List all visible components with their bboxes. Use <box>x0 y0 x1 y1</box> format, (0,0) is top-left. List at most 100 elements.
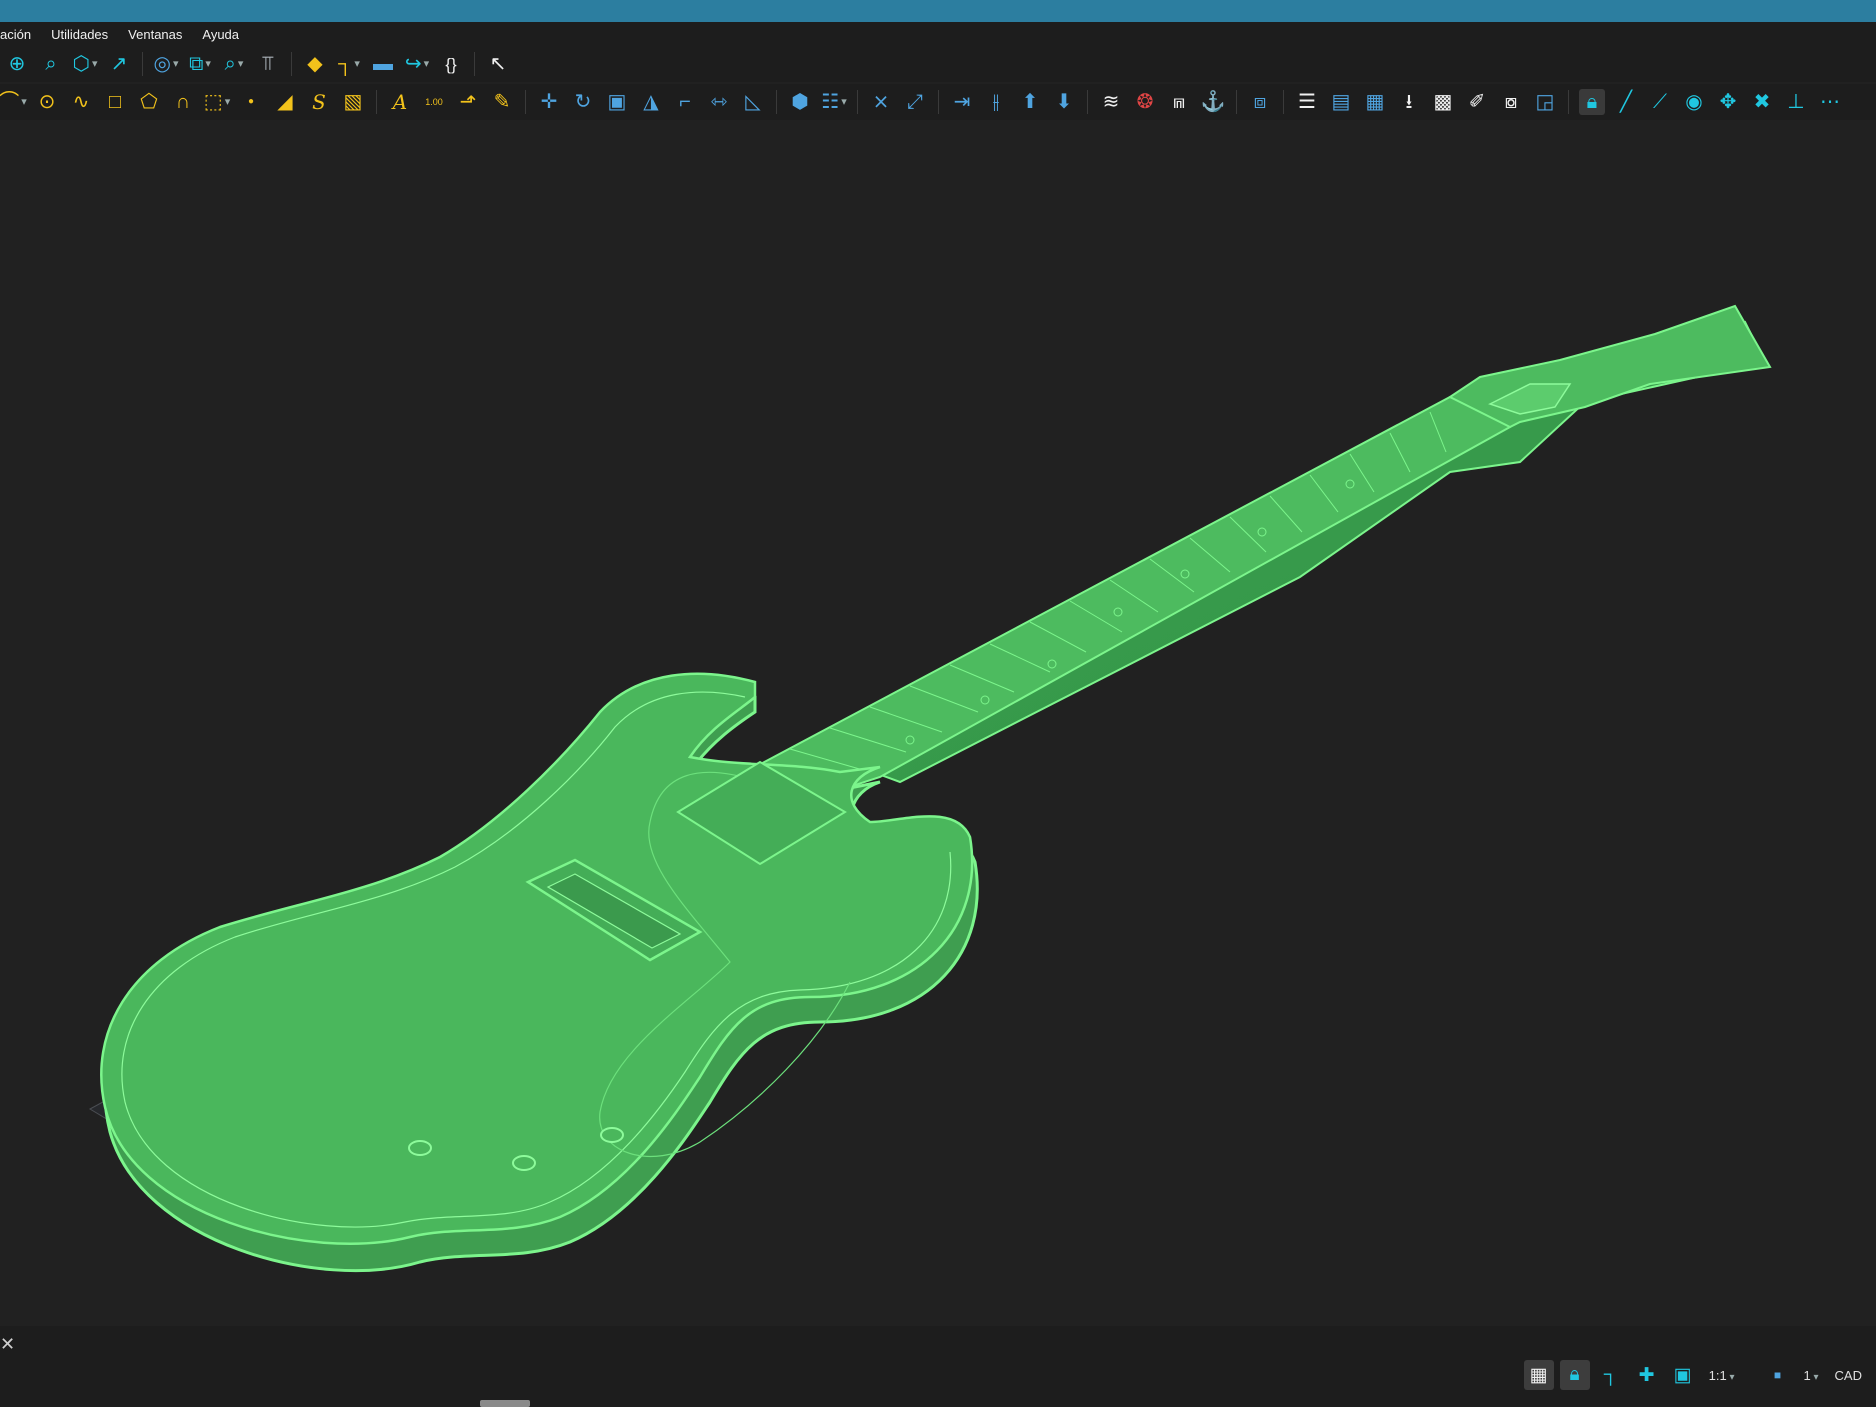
layer-manager-icon[interactable]: ◆ <box>302 51 328 77</box>
image-icon[interactable]: ▩ <box>1430 89 1456 115</box>
layout-icon: ■ <box>1773 1368 1782 1382</box>
zoom-previous-icon[interactable]: ↗ <box>106 51 132 77</box>
mirror-icon[interactable]: ◮ <box>638 89 664 115</box>
menu-ayuda[interactable]: Ayuda <box>192 27 249 42</box>
anchor-icon[interactable]: ⚓ <box>1200 89 1226 115</box>
toolbar-separator <box>525 90 526 114</box>
zoom-extents-icon[interactable]: ⊕ <box>4 51 30 77</box>
toolbar-separator <box>776 90 777 114</box>
toolbar-separator <box>938 90 939 114</box>
offset-icon[interactable]: ⌐ <box>672 89 698 115</box>
insert-folder-icon[interactable]: ▤ <box>1328 89 1354 115</box>
eraser-icon[interactable]: ◢ <box>272 89 298 115</box>
view-toolbar: ⊕ ⌕ ⬡ ↗ ◎ ⧉ ⌕ ⫪ ◆ ┐ ▬ ↪ {} ↖ <box>0 46 1876 82</box>
ucs-toggle-icon[interactable]: ┐ <box>1596 1360 1626 1390</box>
measure-icon[interactable]: ⫪ <box>255 51 281 77</box>
snap-end-icon[interactable]: ⟋ <box>1647 89 1673 115</box>
layout-selector[interactable]: 1 <box>1804 1368 1819 1383</box>
text-icon[interactable]: A <box>387 89 413 115</box>
ucs-icon[interactable]: ┐ <box>336 51 362 77</box>
edit-block-icon[interactable]: ◲ <box>1532 89 1558 115</box>
point-icon[interactable]: ● <box>238 89 264 115</box>
extend-icon[interactable]: ⤢ <box>902 89 928 115</box>
title-bar <box>0 0 1876 22</box>
spline-icon[interactable]: ∩ <box>170 89 196 115</box>
toolbar-separator <box>1283 90 1284 114</box>
block-icon[interactable]: ⬢ <box>787 89 813 115</box>
draw-modify-toolbar: ⌒ ⊙ ∿ □ ⬠ ∩ ⬚ ● ◢ S ▧ A 1.00 ⬏ ✎ ✛ ↻ ▣ ◮… <box>0 84 1876 120</box>
view-cube-icon[interactable]: ⬡ <box>72 51 98 77</box>
rotate-icon[interactable]: ↻ <box>570 89 596 115</box>
toolbar-separator <box>1236 90 1237 114</box>
snap-intersection-icon[interactable]: ✖ <box>1749 89 1775 115</box>
menu-aplicacion[interactable]: ación <box>0 27 41 42</box>
grid-toggle-icon[interactable]: ▦ <box>1523 1360 1554 1390</box>
scale-selector[interactable]: 1:1 <box>1709 1368 1735 1383</box>
menu-bar: ación Utilidades Ventanas Ayuda <box>0 22 1876 46</box>
break-icon[interactable]: ⫲ <box>983 89 1009 115</box>
edit-text-icon[interactable]: ✎ <box>489 89 515 115</box>
zoom-window-icon[interactable]: ⌕ <box>38 51 64 77</box>
workspace-mode[interactable]: CAD <box>1835 1368 1862 1383</box>
toolbar-separator <box>291 52 292 76</box>
code-braces-icon[interactable]: {} <box>438 51 464 77</box>
menu-ventanas[interactable]: Ventanas <box>118 27 192 42</box>
model-viewport[interactable] <box>0 122 1876 1326</box>
more-icon[interactable]: ⋯ <box>1817 89 1843 115</box>
scale-icon[interactable]: ▣ <box>604 89 630 115</box>
zoom-realtime-icon[interactable]: ⌕ <box>221 51 247 77</box>
toolbar-separator <box>1087 90 1088 114</box>
close-icon[interactable]: ✕ <box>0 1334 15 1355</box>
menu-utilidades[interactable]: Utilidades <box>41 27 118 42</box>
bring-up-icon[interactable]: ⬆ <box>1017 89 1043 115</box>
snap-center-icon[interactable]: ◉ <box>1681 89 1707 115</box>
trim-icon[interactable]: ⨯ <box>868 89 894 115</box>
guitar-model <box>88 304 1772 1273</box>
send-down-icon[interactable]: ⬇ <box>1051 89 1077 115</box>
toolbar-separator <box>376 90 377 114</box>
wave-icon[interactable]: ≋ <box>1098 89 1124 115</box>
status-bar: ✕ ▦ 🔒︎ ┐ ✚ ▣ 1:1 ■ 1 CAD <box>0 1326 1876 1407</box>
polygon-icon[interactable]: ⬠ <box>136 89 162 115</box>
move-icon[interactable]: ✛ <box>536 89 562 115</box>
toolbar-separator <box>1568 90 1569 114</box>
overlap-icon[interactable]: ⧇ <box>1498 89 1524 115</box>
hatch-icon[interactable]: ▧ <box>340 89 366 115</box>
snap-lock-icon[interactable]: 🔒︎ <box>1559 1360 1590 1390</box>
visual-style-icon[interactable]: ◎ <box>153 51 179 77</box>
paint-icon[interactable]: ✐ <box>1464 89 1490 115</box>
selection-square-icon[interactable]: ▣ <box>1668 1360 1698 1390</box>
leader-icon[interactable]: ⬏ <box>455 89 481 115</box>
circle-icon[interactable]: ⊙ <box>34 89 60 115</box>
rectangle-icon[interactable]: □ <box>102 89 128 115</box>
align-icon[interactable]: ◺ <box>740 89 766 115</box>
3d-rotate-icon[interactable]: ❂ <box>1132 89 1158 115</box>
array-icon[interactable]: ☷ <box>821 89 847 115</box>
insert-image-icon[interactable]: ▦ <box>1362 89 1388 115</box>
toolbar-separator <box>142 52 143 76</box>
open-folder-icon[interactable]: ▬ <box>370 51 396 77</box>
toolbar-separator <box>474 52 475 76</box>
arc-icon[interactable]: ⌒ <box>0 89 26 115</box>
lock-icon[interactable]: 🔒︎ <box>1579 89 1605 115</box>
horizontal-scrollbar[interactable] <box>480 1400 530 1407</box>
flatten-icon[interactable]: ⩎ <box>1166 89 1192 115</box>
download-icon[interactable]: ⭳ <box>1396 89 1422 115</box>
snap-line-icon[interactable]: ╱ <box>1613 89 1639 115</box>
select-cursor-icon[interactable]: ↖ <box>485 51 511 77</box>
export-icon[interactable]: ↪ <box>404 51 430 77</box>
polyline-icon[interactable]: ∿ <box>68 89 94 115</box>
join-icon[interactable]: ⇥ <box>949 89 975 115</box>
hatch-boundary-icon[interactable]: ⬚ <box>204 89 230 115</box>
xref-icon[interactable]: ☰ <box>1294 89 1320 115</box>
snap-node-icon[interactable]: ✥ <box>1715 89 1741 115</box>
text-style-icon[interactable]: S <box>306 89 332 115</box>
stretch-icon[interactable]: ⇿ <box>706 89 732 115</box>
solid-icon[interactable]: ⧈ <box>1247 89 1273 115</box>
status-tools: ▦ 🔒︎ ┐ ✚ ▣ 1:1 ■ 1 CAD <box>1521 1360 1870 1390</box>
view-orbit-icon[interactable]: ⧉ <box>187 51 213 77</box>
toolbar-separator <box>857 90 858 114</box>
snap-perp-icon[interactable]: ⊥ <box>1783 89 1809 115</box>
crosshair-icon[interactable]: ✚ <box>1632 1360 1662 1390</box>
dimension-icon[interactable]: 1.00 <box>421 89 447 115</box>
